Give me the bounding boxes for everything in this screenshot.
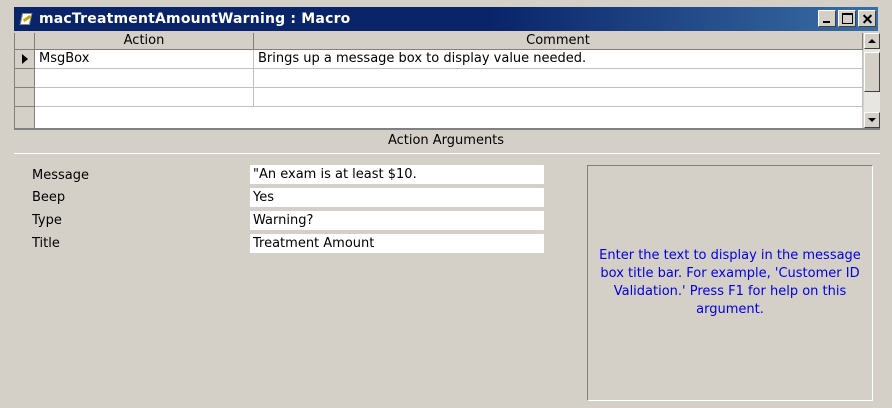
macro-window: macTreatmentAmountWarning : Macro Action… bbox=[0, 0, 892, 408]
pane-splitter[interactable] bbox=[14, 128, 880, 130]
row-selector-4[interactable] bbox=[15, 107, 35, 128]
beep-field[interactable]: Yes bbox=[250, 188, 544, 207]
maximize-button[interactable] bbox=[838, 10, 856, 27]
scroll-thumb[interactable] bbox=[864, 52, 880, 92]
minimize-button[interactable] bbox=[818, 10, 836, 27]
title-bar[interactable]: macTreatmentAmountWarning : Macro bbox=[14, 7, 878, 31]
row-selector-2[interactable] bbox=[15, 69, 35, 88]
row-selector-3[interactable] bbox=[15, 88, 35, 107]
scroll-down-icon[interactable] bbox=[864, 112, 880, 128]
action-cell[interactable]: MsgBox bbox=[35, 50, 254, 69]
arg-label-type: Type bbox=[32, 213, 62, 228]
scroll-up-icon[interactable] bbox=[864, 33, 880, 49]
macro-grid: Action Comment MsgBox Brings up a messag… bbox=[14, 33, 863, 128]
action-cell[interactable] bbox=[35, 69, 254, 88]
argument-help-text: Enter the text to display in the message… bbox=[599, 248, 861, 317]
grid-corner[interactable] bbox=[15, 33, 35, 50]
action-arguments-heading: Action Arguments bbox=[387, 133, 505, 148]
grid-vertical-scrollbar[interactable] bbox=[864, 33, 880, 128]
arg-label-message: Message bbox=[32, 168, 89, 183]
comment-cell[interactable] bbox=[254, 88, 863, 107]
arg-label-beep: Beep bbox=[32, 190, 66, 205]
type-field[interactable]: Warning? bbox=[250, 211, 544, 230]
column-header-action[interactable]: Action bbox=[35, 33, 254, 50]
action-cell[interactable] bbox=[35, 88, 254, 107]
window-controls bbox=[816, 10, 876, 27]
window-title: macTreatmentAmountWarning : Macro bbox=[39, 11, 351, 27]
row-selector-1[interactable] bbox=[15, 50, 35, 69]
message-field[interactable]: "An exam is at least $10. bbox=[250, 165, 544, 184]
comment-cell[interactable] bbox=[254, 69, 863, 88]
title-field[interactable]: Treatment Amount bbox=[250, 234, 544, 253]
close-button[interactable] bbox=[858, 10, 876, 27]
current-row-arrow-icon bbox=[22, 54, 28, 64]
macro-icon bbox=[19, 12, 33, 26]
comment-cell[interactable]: Brings up a message box to display value… bbox=[254, 50, 863, 69]
argument-help-box: Enter the text to display in the message… bbox=[587, 165, 873, 401]
arg-label-title: Title bbox=[32, 236, 60, 251]
column-header-comment[interactable]: Comment bbox=[254, 33, 863, 50]
